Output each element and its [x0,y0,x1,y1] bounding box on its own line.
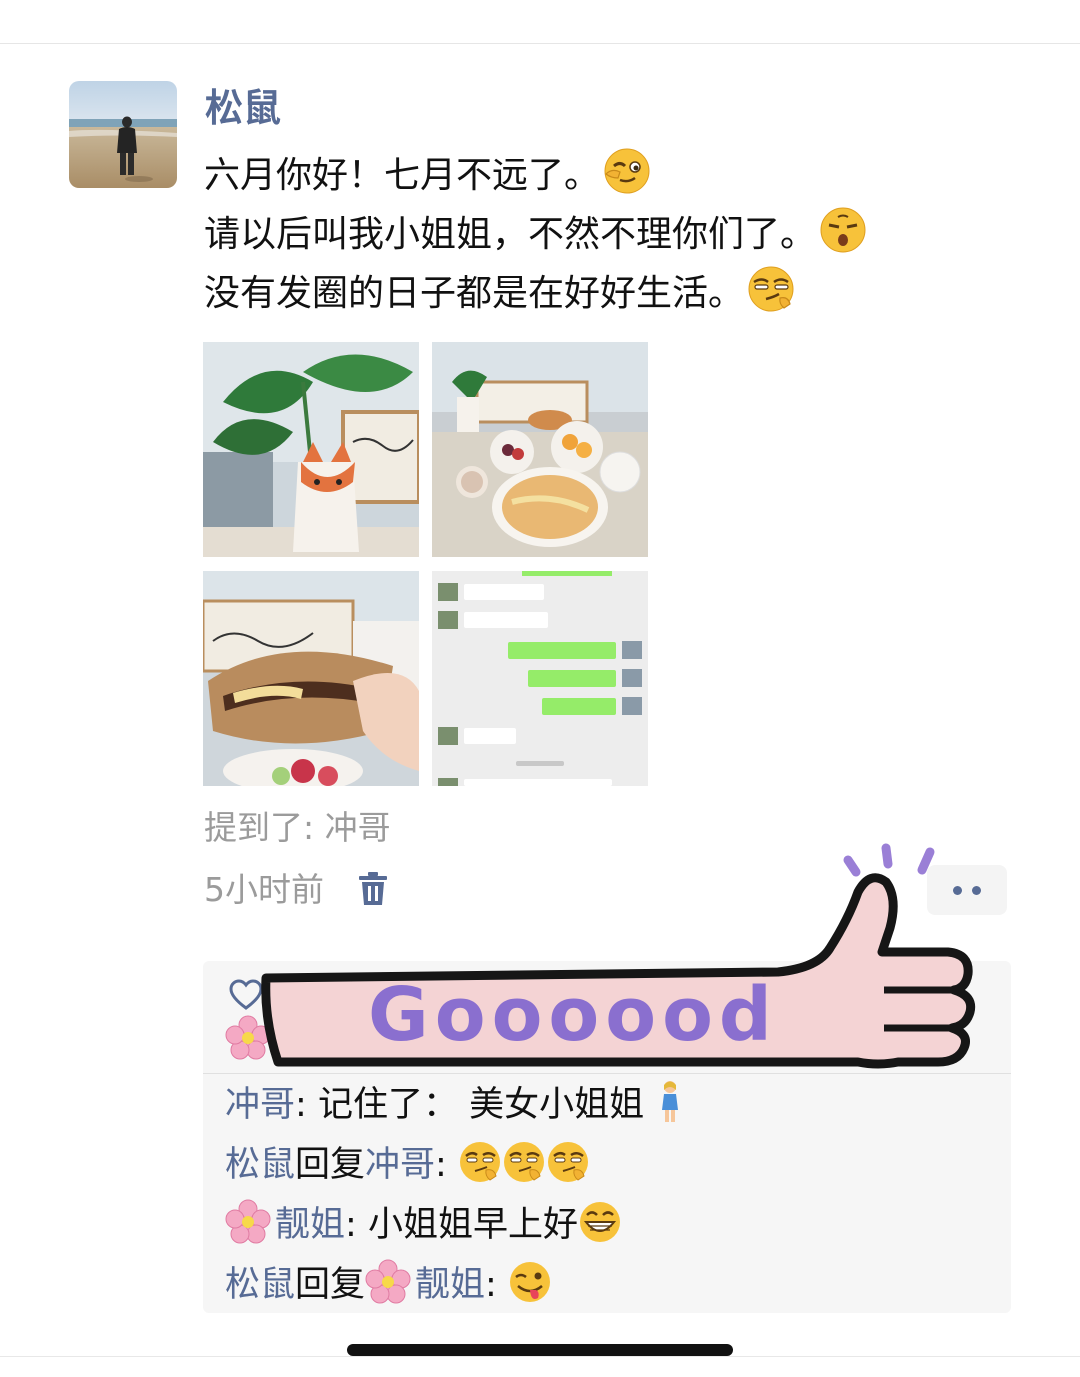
comment-separator: : [295,1085,318,1125]
home-indicator[interactable] [347,1344,733,1356]
photo-grid [203,342,648,786]
reply-word: 回复 [295,1265,366,1305]
grin-emoji-icon [578,1200,622,1244]
comment-author[interactable]: 冲哥 [225,1085,295,1125]
comment-item[interactable]: 靓姐: 小姐姐早上好 [225,1199,622,1251]
goooood-thumbs-up-sticker: Goooood [258,840,988,1080]
comment-item[interactable]: 冲哥: 记住了： 美女小姐姐 [225,1079,699,1131]
thinking-emoji-icon [546,1140,590,1184]
comment-text: 记住了： 美女小姐姐 [317,1085,645,1125]
reply-target[interactable]: 冲哥 [365,1145,435,1185]
post-line-1: 六月你好！七月不远了。 [204,146,1044,205]
bottom-divider [0,1356,1080,1357]
photo-breakfast-table[interactable] [432,342,648,557]
sleepy-emoji-icon [818,205,868,255]
comment-item[interactable]: 松鼠回复 靓姐: [225,1259,552,1311]
author-name[interactable]: 松鼠 [205,84,281,132]
woman-standing-icon [655,1080,699,1124]
photo-sandwich-hand[interactable] [203,571,419,786]
thinking-emoji-icon [458,1140,502,1184]
top-divider [0,43,1080,44]
comment-separator: : [485,1265,508,1305]
post-line-2: 请以后叫我小姐姐，不然不理你们了。 [204,205,1044,264]
flower-icon [365,1259,411,1305]
thinking-emoji-icon [502,1140,546,1184]
smirk-emoji-icon [746,264,796,314]
post-line-2-text: 请以后叫我小姐姐，不然不理你们了。 [204,214,817,255]
reply-word: 回复 [295,1145,366,1185]
post-line-3-text: 没有发圈的日子都是在好好生活。 [204,273,745,314]
comment-author[interactable]: 松鼠 [225,1265,295,1305]
comment-separator: : [435,1145,458,1185]
sticker-text: Goooood [368,972,778,1058]
post-line-1-text: 六月你好！七月不远了。 [204,155,601,196]
reply-target[interactable]: 靓姐 [415,1265,485,1305]
comment-author[interactable]: 松鼠 [225,1145,295,1185]
author-avatar[interactable] [69,81,177,188]
wink-emoji-icon [602,146,652,196]
tongue-wink-emoji-icon [508,1260,552,1304]
post-line-3: 没有发圈的日子都是在好好生活。 [204,264,1044,323]
photo-chat-screenshot[interactable] [432,571,648,786]
comment-separator: : [345,1205,368,1245]
comment-text: 小姐姐早上好 [367,1205,578,1245]
flower-icon [225,1199,271,1245]
post-text: 六月你好！七月不远了。 请以后叫我小姐姐，不然不理你们了。 没有发圈的日子都是在… [204,146,1044,323]
photo-plant-fox-vase[interactable] [203,342,419,557]
comment-author[interactable]: 靓姐 [275,1205,345,1245]
comment-item[interactable]: 松鼠回复冲哥: [225,1139,590,1191]
